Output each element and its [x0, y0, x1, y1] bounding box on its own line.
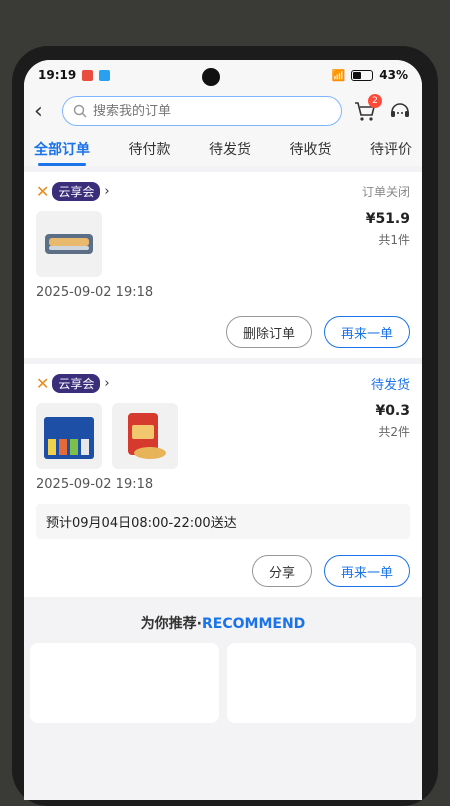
fish-product-icon: [45, 234, 93, 254]
tab-all-orders[interactable]: 全部订单: [32, 135, 92, 166]
tab-pending-shipment[interactable]: 待发货: [207, 135, 253, 163]
recommend-heading: 为你推荐·RECOMMEND: [24, 613, 422, 633]
delivery-estimate: 预计09月04日08:00-22:00送达: [36, 504, 410, 539]
search-icon: [73, 104, 87, 118]
shop-x-logo-icon: ✕: [36, 374, 50, 393]
shop-logo: ✕ 云享会: [36, 374, 101, 393]
order-price: ¥51.9: [365, 211, 410, 227]
order-card[interactable]: ✕ 云享会 › 待发货 ¥0.3 共2件 2025-09-02 19:18 预计…: [24, 364, 422, 597]
order-status: 待发货: [370, 378, 410, 393]
recommend-item[interactable]: [227, 643, 416, 723]
cart-badge: 2: [368, 94, 382, 108]
status-time: 19:19: [38, 68, 77, 82]
order-count: 共2件: [378, 425, 410, 439]
order-tabs: 全部订单 待付款 待发货 待收货 待评价: [24, 132, 422, 166]
back-icon[interactable]: ‹: [34, 99, 52, 124]
recommend-title-en: RECOMMEND: [202, 616, 306, 632]
tab-pending-payment[interactable]: 待付款: [127, 135, 173, 163]
order-price: ¥0.3: [375, 403, 410, 419]
screen: 19:19 📶 43% ‹ 2 全部订单 待付款 待发货 待收货 待评价: [24, 60, 422, 800]
chevron-right-icon: ›: [104, 184, 110, 199]
search-input[interactable]: [93, 103, 331, 119]
chevron-right-icon: ›: [104, 376, 110, 391]
shop-name: 云享会: [52, 182, 101, 201]
search-box[interactable]: [62, 96, 342, 126]
wifi-icon: 📶: [331, 68, 346, 82]
header: ‹ 2: [24, 90, 422, 132]
shop-name: 云享会: [52, 374, 101, 393]
shop-x-logo-icon: ✕: [36, 182, 50, 201]
delete-order-button[interactable]: 删除订单: [225, 316, 312, 348]
status-bar: 19:19 📶 43%: [24, 60, 422, 90]
recommend-list: [24, 633, 422, 733]
product-image[interactable]: [112, 403, 178, 469]
shop-link[interactable]: ✕ 云享会 ›: [36, 374, 110, 393]
recommend-item[interactable]: [30, 643, 219, 723]
order-date: 2025-09-02 19:18: [36, 477, 154, 492]
order-count: 共1件: [378, 233, 410, 247]
tab-pending-receipt[interactable]: 待收货: [288, 135, 334, 163]
camera-cutout: [202, 68, 220, 86]
snack-bag-product-icon: [128, 413, 166, 459]
product-image[interactable]: [36, 211, 102, 277]
product-image[interactable]: [36, 403, 102, 469]
tab-pending-review[interactable]: 待评价: [368, 135, 414, 163]
recommend-title-cn: 为你推荐·: [140, 616, 203, 632]
order-card[interactable]: ✕ 云享会 › 订单关闭 ¥51.9 共1件 2025-09-02 19:18 …: [24, 172, 422, 358]
buy-again-button[interactable]: 再来一单: [323, 316, 410, 348]
notification-icon: [99, 69, 111, 81]
buy-again-button[interactable]: 再来一单: [323, 555, 410, 587]
customer-service-icon[interactable]: [388, 99, 412, 123]
drink-box-product-icon: [44, 417, 94, 459]
notification-icon: [82, 69, 94, 81]
share-button[interactable]: 分享: [251, 555, 312, 587]
battery-icon: [351, 69, 374, 81]
battery-percent: 43%: [379, 68, 408, 82]
cart-button[interactable]: 2: [352, 94, 382, 124]
shop-logo: ✕ 云享会: [36, 182, 101, 201]
order-date: 2025-09-02 19:18: [36, 285, 154, 300]
shop-link[interactable]: ✕ 云享会 ›: [36, 182, 110, 201]
order-status: 订单关闭: [361, 185, 410, 199]
